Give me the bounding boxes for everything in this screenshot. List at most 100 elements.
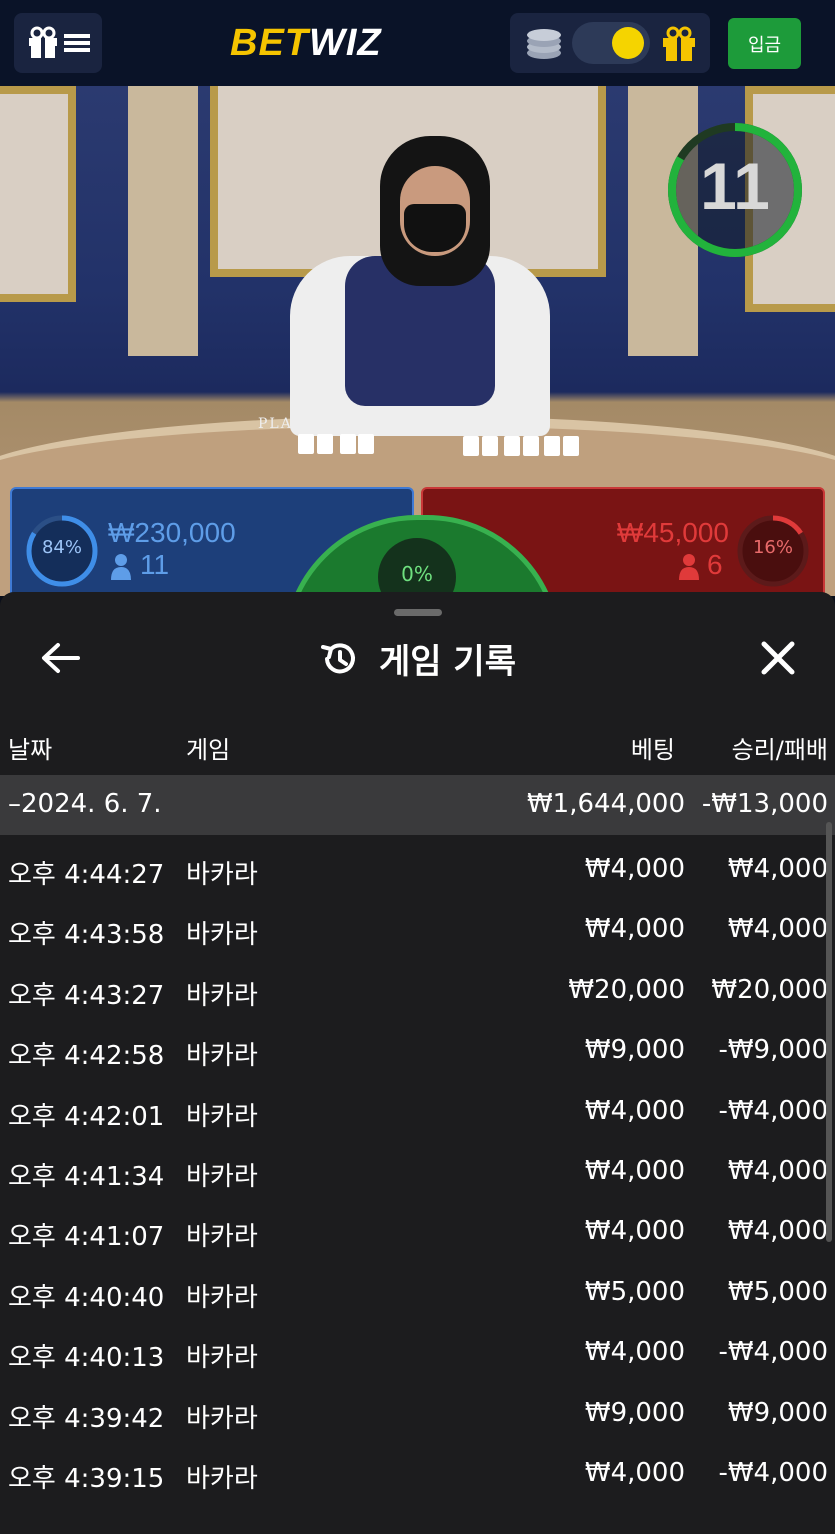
col-date: 날짜 <box>8 736 53 764</box>
gift-icon[interactable] <box>660 25 698 63</box>
col-game: 게임 <box>186 736 231 764</box>
date-group-result: -₩13,000 <box>701 789 828 819</box>
row-time: 오후 4:43:27 <box>8 980 165 1011</box>
row-time: 오후 4:43:58 <box>8 920 165 951</box>
history-row[interactable]: 오후 4:44:27 바카라 ₩4,000 ₩4,000 <box>0 840 835 900</box>
history-row[interactable]: 오후 4:43:27 바카라 ₩20,000 ₩20,000 <box>0 961 835 1021</box>
row-bet: ₩4,000 <box>584 1095 685 1126</box>
row-bet: ₩20,000 <box>568 974 685 1005</box>
modal-title-text: 게임 기록 <box>379 642 516 682</box>
card <box>317 434 333 454</box>
banker-pct: 16% <box>752 537 793 558</box>
row-result: ₩5,000 <box>727 1276 828 1307</box>
card <box>504 436 520 456</box>
card <box>563 436 579 456</box>
row-result: ₩4,000 <box>727 914 828 945</box>
row-bet: ₩4,000 <box>584 1155 685 1186</box>
col-bet: 베팅 <box>630 736 675 764</box>
coins-icon[interactable] <box>524 27 564 61</box>
row-time: 오후 4:39:42 <box>8 1403 165 1434</box>
person-icon <box>679 554 699 580</box>
row-bet: ₩4,000 <box>584 1216 685 1247</box>
row-time: 오후 4:40:13 <box>8 1343 165 1374</box>
drag-handle[interactable] <box>394 609 442 616</box>
row-game: 바카라 <box>186 1403 258 1434</box>
pillar <box>128 86 198 356</box>
row-time: 오후 4:44:27 <box>8 860 165 890</box>
row-result: -₩9,000 <box>718 1035 828 1066</box>
row-game: 바카라 <box>186 860 258 890</box>
row-game: 바카라 <box>186 1463 258 1494</box>
card <box>340 434 356 454</box>
banker-count: 6 <box>707 549 723 580</box>
row-game: 바카라 <box>186 1282 258 1313</box>
table-header: 날짜 게임 베팅 승리/패배 <box>0 722 835 766</box>
header-controls <box>510 13 710 73</box>
row-bet: ₩4,000 <box>584 1457 685 1488</box>
gift-icon <box>29 26 57 58</box>
brand-logo[interactable]: BETWIZ <box>230 22 382 65</box>
history-row[interactable]: 오후 4:40:13 바카라 ₩4,000 -₩4,000 <box>0 1323 835 1383</box>
row-game: 바카라 <box>186 1101 258 1132</box>
row-bet: ₩9,000 <box>584 1035 685 1066</box>
history-row[interactable]: 오후 4:42:01 바카라 ₩4,000 -₩4,000 <box>0 1082 835 1142</box>
deposit-button[interactable]: 입금 <box>728 18 801 69</box>
player-count: 11 <box>140 549 170 580</box>
row-bet: ₩9,000 <box>584 1397 685 1428</box>
history-row[interactable]: 오후 4:41:07 바카라 ₩4,000 ₩4,000 <box>0 1202 835 1262</box>
top-header: BETWIZ 입금 <box>0 0 835 86</box>
player-pct: 84% <box>41 537 82 558</box>
row-result: ₩4,000 <box>727 1216 828 1247</box>
game-history-modal: 게임 기록 날짜 게임 베팅 승리/패배 –2024. 6. 7. ₩1,644… <box>0 592 835 1534</box>
date-group-bet: ₩1,644,000 <box>526 789 685 819</box>
row-game: 바카라 <box>186 1222 258 1253</box>
date-group-row[interactable]: –2024. 6. 7. ₩1,644,000 -₩13,000 <box>0 775 835 835</box>
card <box>358 434 374 454</box>
history-row[interactable]: 오후 4:41:34 바카라 ₩4,000 ₩4,000 <box>0 1142 835 1202</box>
history-row[interactable]: 오후 4:43:58 바카라 ₩4,000 ₩4,000 <box>0 900 835 960</box>
row-bet: ₩4,000 <box>584 914 685 945</box>
history-row[interactable]: 오후 4:39:42 바카라 ₩9,000 ₩9,000 <box>0 1384 835 1444</box>
player-amount: ₩230,000 <box>108 517 236 548</box>
history-row[interactable]: 오후 4:40:40 바카라 ₩5,000 ₩5,000 <box>0 1263 835 1323</box>
menu-icon <box>64 34 90 52</box>
card <box>463 436 479 456</box>
modal-title: 게임 기록 <box>0 634 835 683</box>
card <box>544 436 560 456</box>
row-time: 오후 4:39:15 <box>8 1463 165 1494</box>
menu-button[interactable] <box>14 13 102 73</box>
col-result: 승리/패배 <box>731 736 828 764</box>
row-time: 오후 4:42:01 <box>8 1101 165 1132</box>
row-result: ₩4,000 <box>727 854 828 884</box>
banker-amount: ₩45,000 <box>616 517 729 548</box>
table-banker-label: BANKER <box>462 419 538 435</box>
row-time: 오후 4:41:34 <box>8 1161 165 1192</box>
person-icon <box>111 554 131 580</box>
history-row[interactable]: 오후 4:39:15 바카라 ₩4,000 -₩4,000 <box>0 1444 835 1504</box>
toggle-knob <box>612 27 644 59</box>
row-time: 오후 4:42:58 <box>8 1041 165 1072</box>
history-list: –2024. 6. 7. ₩1,644,000 -₩13,000 오후 4:44… <box>0 775 835 1504</box>
row-result: ₩9,000 <box>727 1397 828 1428</box>
row-game: 바카라 <box>186 1343 258 1374</box>
close-icon[interactable] <box>756 636 800 680</box>
scrollbar[interactable] <box>826 822 832 1242</box>
countdown-number: 11 <box>700 149 770 223</box>
row-game: 바카라 <box>186 1041 258 1072</box>
row-result: -₩4,000 <box>718 1095 828 1126</box>
row-result: ₩4,000 <box>727 1155 828 1186</box>
card <box>523 436 539 456</box>
row-result: -₩4,000 <box>718 1337 828 1368</box>
row-result: ₩20,000 <box>711 974 828 1005</box>
row-game: 바카라 <box>186 1161 258 1192</box>
row-bet: ₩5,000 <box>584 1276 685 1307</box>
card <box>482 436 498 456</box>
row-game: 바카라 <box>186 920 258 951</box>
row-time: 오후 4:40:40 <box>8 1282 165 1313</box>
date-group-label: –2024. 6. 7. <box>8 789 162 819</box>
table-player-label: PLAYER <box>258 416 329 432</box>
balance-toggle[interactable] <box>572 22 650 64</box>
row-time: 오후 4:41:07 <box>8 1222 165 1253</box>
history-icon <box>321 642 355 673</box>
history-row[interactable]: 오후 4:42:58 바카라 ₩9,000 -₩9,000 <box>0 1021 835 1081</box>
